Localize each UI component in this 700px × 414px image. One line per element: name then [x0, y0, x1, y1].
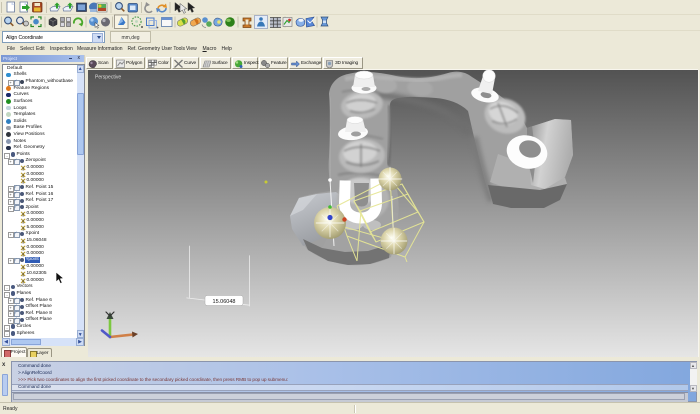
svg-text:Perspective: Perspective: [95, 75, 121, 81]
svg-text:15.06048: 15.06048: [213, 299, 236, 305]
